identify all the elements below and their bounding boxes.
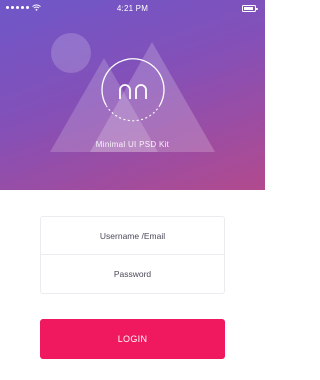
logo xyxy=(97,55,169,127)
battery-icon xyxy=(242,5,258,12)
nn-monogram-icon xyxy=(97,55,169,127)
password-field[interactable]: Password xyxy=(41,255,224,293)
status-bar: 4:21 PM xyxy=(0,0,265,18)
login-form: Username /Email Password xyxy=(40,216,225,294)
login-button[interactable]: LOGIN xyxy=(40,319,225,359)
hero-header: 4:21 PM Minimal UI PSD Kit xyxy=(0,0,265,190)
status-time: 4:21 PM xyxy=(116,4,149,13)
kit-label: Minimal UI PSD Kit xyxy=(95,140,170,149)
username-email-field[interactable]: Username /Email xyxy=(41,217,224,255)
sun-circle xyxy=(51,33,91,73)
